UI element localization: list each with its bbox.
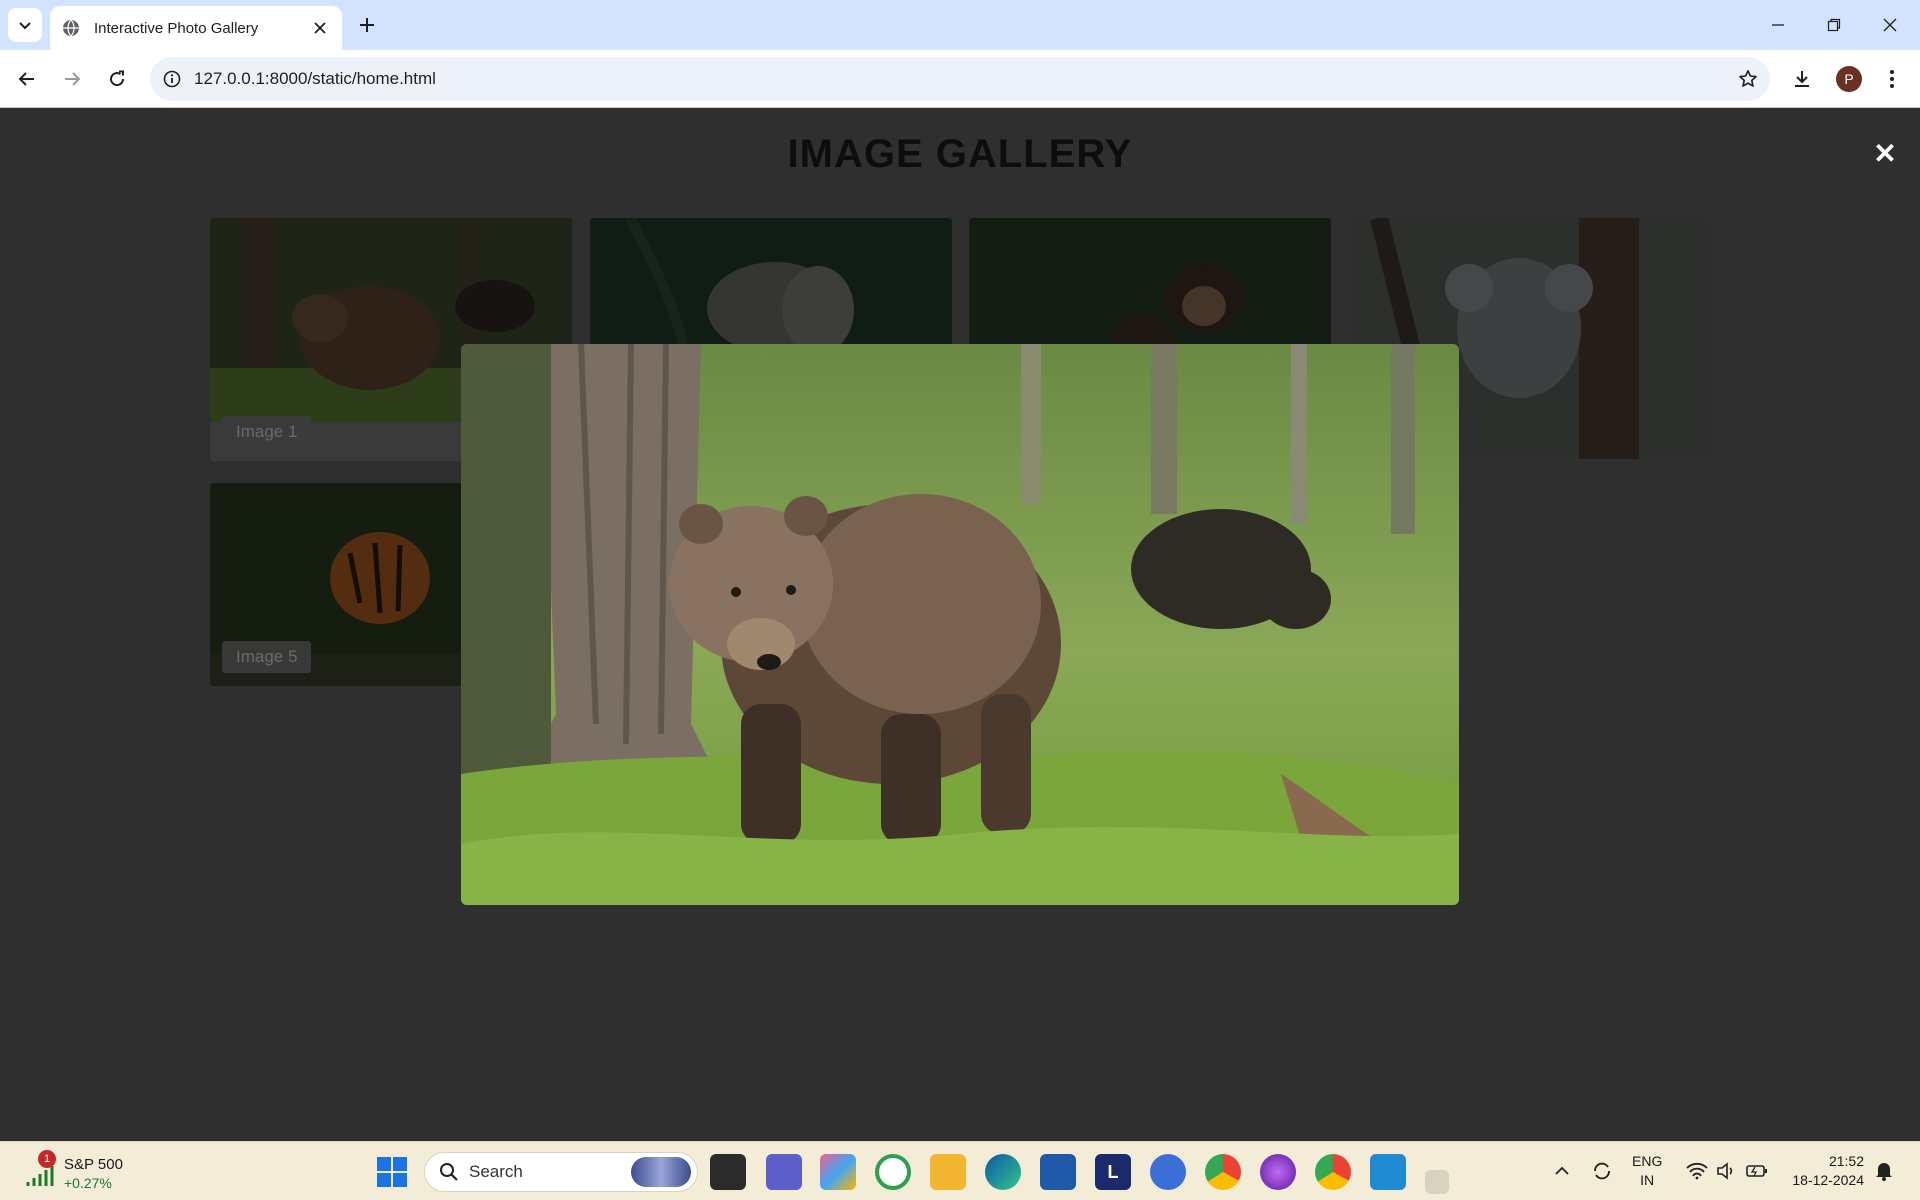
search-highlight-art [631, 1157, 691, 1187]
stock-change: +0.27% [64, 1175, 112, 1191]
mountain-app-icon[interactable] [1150, 1154, 1186, 1190]
wifi-icon[interactable] [1685, 1159, 1709, 1183]
page-viewport: IMAGE GALLERY ✕ Image 1 Image 5 [0, 108, 1920, 1141]
notification-badge: 1 [38, 1150, 56, 1168]
sync-icon[interactable] [1590, 1159, 1614, 1183]
stock-name: S&P 500 [64, 1156, 123, 1173]
more-vertical-icon [1890, 70, 1894, 88]
arrow-left-icon [18, 72, 34, 86]
microsoft-store-icon[interactable] [1040, 1154, 1076, 1190]
page-title: IMAGE GALLERY [787, 132, 1133, 176]
task-view-icon[interactable] [710, 1154, 746, 1190]
chrome-profile-icon[interactable] [1315, 1154, 1351, 1190]
volume-icon[interactable] [1715, 1159, 1739, 1183]
bookmark-star-icon[interactable] [1726, 57, 1770, 101]
tab-strip: Interactive Photo Gallery [0, 0, 1920, 50]
card-caption: Image 1 [222, 416, 312, 448]
clock-date: 18-12-2024 [1792, 1172, 1864, 1188]
downloads-button[interactable] [1784, 61, 1820, 97]
url-text[interactable]: 127.0.0.1:8000/static/home.html [194, 69, 1726, 89]
battery-icon[interactable] [1745, 1159, 1769, 1183]
chevron-down-icon [19, 22, 31, 30]
edge-browser-icon[interactable] [985, 1154, 1021, 1190]
notification-bell-icon[interactable] [1872, 1159, 1896, 1183]
close-window-button[interactable] [1862, 0, 1918, 50]
language-indicator[interactable]: ENG IN [1632, 1152, 1662, 1190]
file-explorer-icon[interactable] [930, 1154, 966, 1190]
tor-browser-icon[interactable] [1260, 1154, 1296, 1190]
taskbar: 1 S&P 500 +0.27% Search L ENG IN 21:52 1… [0, 1141, 1920, 1200]
clock-time: 21:52 [1828, 1153, 1864, 1169]
close-icon [1883, 18, 1897, 32]
system-clock[interactable]: 21:52 18-12-2024 [1780, 1152, 1864, 1190]
search-icon [440, 1163, 458, 1181]
minimize-button[interactable] [1750, 0, 1806, 50]
menu-button[interactable] [1874, 61, 1910, 97]
stock-widget[interactable]: 1 S&P 500 +0.27% [20, 1150, 130, 1194]
back-button[interactable] [9, 61, 45, 97]
address-bar[interactable]: 127.0.0.1:8000/static/home.html [150, 57, 1770, 101]
teams-icon[interactable] [766, 1154, 802, 1190]
profile-avatar[interactable]: P [1836, 66, 1862, 92]
bear-photo [461, 344, 1459, 905]
download-icon [1795, 71, 1809, 87]
browser-tab[interactable]: Interactive Photo Gallery [50, 6, 342, 50]
taskbar-search[interactable]: Search [424, 1152, 698, 1192]
arrow-right-icon [65, 72, 81, 86]
l-app-icon[interactable]: L [1095, 1154, 1131, 1190]
close-tab-icon[interactable] [310, 18, 330, 38]
reload-button[interactable] [99, 61, 135, 97]
chart-icon [26, 1166, 54, 1186]
restore-button[interactable] [1806, 0, 1862, 50]
reload-icon [110, 70, 125, 87]
language-code: ENG [1632, 1153, 1663, 1169]
chrome-icon[interactable] [1205, 1154, 1241, 1190]
windows-logo-icon [377, 1157, 407, 1187]
region-code: IN [1640, 1172, 1655, 1188]
forward-button[interactable] [54, 61, 90, 97]
lightbox-image[interactable] [461, 344, 1459, 905]
search-label: Search [469, 1162, 523, 1181]
copilot-icon[interactable] [820, 1154, 856, 1190]
loop-app-icon[interactable] [875, 1154, 911, 1190]
chevron-up-icon[interactable] [1550, 1159, 1574, 1183]
plus-icon [360, 18, 374, 32]
globe-icon [63, 19, 79, 37]
site-info-icon[interactable] [150, 57, 194, 101]
browser-toolbar: 127.0.0.1:8000/static/home.html P [0, 50, 1920, 108]
card-caption: Image 5 [222, 641, 312, 673]
minimize-icon [1772, 24, 1784, 26]
tab-search-button[interactable] [8, 8, 42, 42]
start-button[interactable] [376, 1156, 408, 1188]
vscode-icon[interactable] [1370, 1154, 1406, 1190]
close-lightbox-button[interactable]: ✕ [1870, 138, 1900, 169]
snip-tool-icon[interactable] [1425, 1170, 1449, 1194]
tab-title: Interactive Photo Gallery [94, 19, 259, 37]
new-tab-button[interactable] [352, 10, 382, 40]
restore-icon [1827, 18, 1841, 32]
